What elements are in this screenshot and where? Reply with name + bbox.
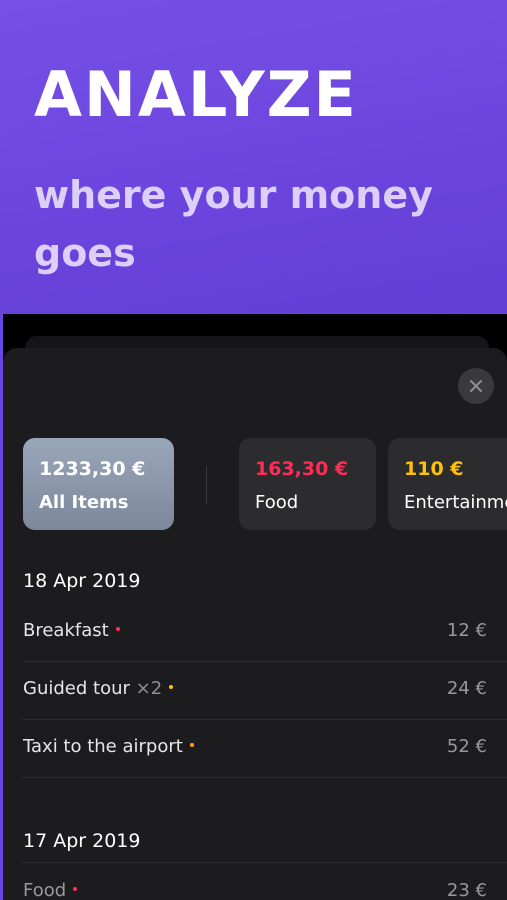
item-name-wrap: Food	[23, 880, 78, 900]
row-divider	[23, 777, 507, 778]
category-dot	[189, 743, 194, 747]
close-button[interactable]	[458, 368, 494, 404]
list-item[interactable]: Breakfast 12 €	[23, 604, 507, 662]
category-dot	[73, 887, 78, 891]
list-item[interactable]: Taxi to the airport 52 €	[23, 720, 507, 778]
item-amount: 12 €	[446, 620, 487, 641]
item-amount: 24 €	[446, 678, 487, 699]
category-dot	[115, 627, 120, 631]
summary-cards: 1233,30 € All Items 163,30 € Food 110 € …	[3, 438, 507, 530]
card-divider	[206, 466, 207, 504]
card-label: All Items	[39, 492, 129, 513]
hero-subtitle: where your money goes	[34, 173, 433, 275]
list-item[interactable]: Food 23 €	[23, 864, 487, 900]
phone-screen: 1233,30 € All Items 163,30 € Food 110 € …	[3, 314, 507, 900]
item-name-wrap: Breakfast	[23, 620, 120, 641]
list-item[interactable]: Guided tour ×2 24 €	[23, 662, 507, 720]
category-dot	[169, 685, 174, 689]
item-amount: 52 €	[446, 736, 487, 757]
summary-card-food[interactable]: 163,30 € Food	[239, 438, 376, 530]
card-amount: 1233,30 €	[39, 458, 146, 480]
hero-title: ANALYZE	[34, 58, 358, 131]
expenses-sheet: 1233,30 € All Items 163,30 € Food 110 € …	[3, 348, 507, 900]
item-name-wrap: Taxi to the airport	[23, 736, 194, 757]
date-header: 18 Apr 2019	[23, 570, 141, 592]
card-amount: 110 €	[404, 458, 464, 480]
row-divider	[23, 862, 507, 863]
summary-card-entertainment[interactable]: 110 € Entertainment	[388, 438, 507, 530]
item-quantity: ×2	[135, 678, 163, 699]
item-name-wrap: Guided tour ×2	[23, 678, 174, 699]
item-name: Breakfast	[23, 620, 109, 641]
item-name: Taxi to the airport	[23, 736, 183, 757]
card-label: Entertainment	[404, 492, 507, 513]
card-label: Food	[255, 492, 299, 513]
summary-card-all-items[interactable]: 1233,30 € All Items	[23, 438, 174, 530]
item-amount: 23 €	[446, 880, 487, 900]
hero-banner: ANALYZE where your money goes	[0, 0, 507, 314]
item-name: Food	[23, 880, 67, 900]
close-icon	[470, 380, 482, 392]
item-name: Guided tour	[23, 678, 130, 699]
card-amount: 163,30 €	[255, 458, 349, 480]
date-header: 17 Apr 2019	[23, 830, 141, 852]
